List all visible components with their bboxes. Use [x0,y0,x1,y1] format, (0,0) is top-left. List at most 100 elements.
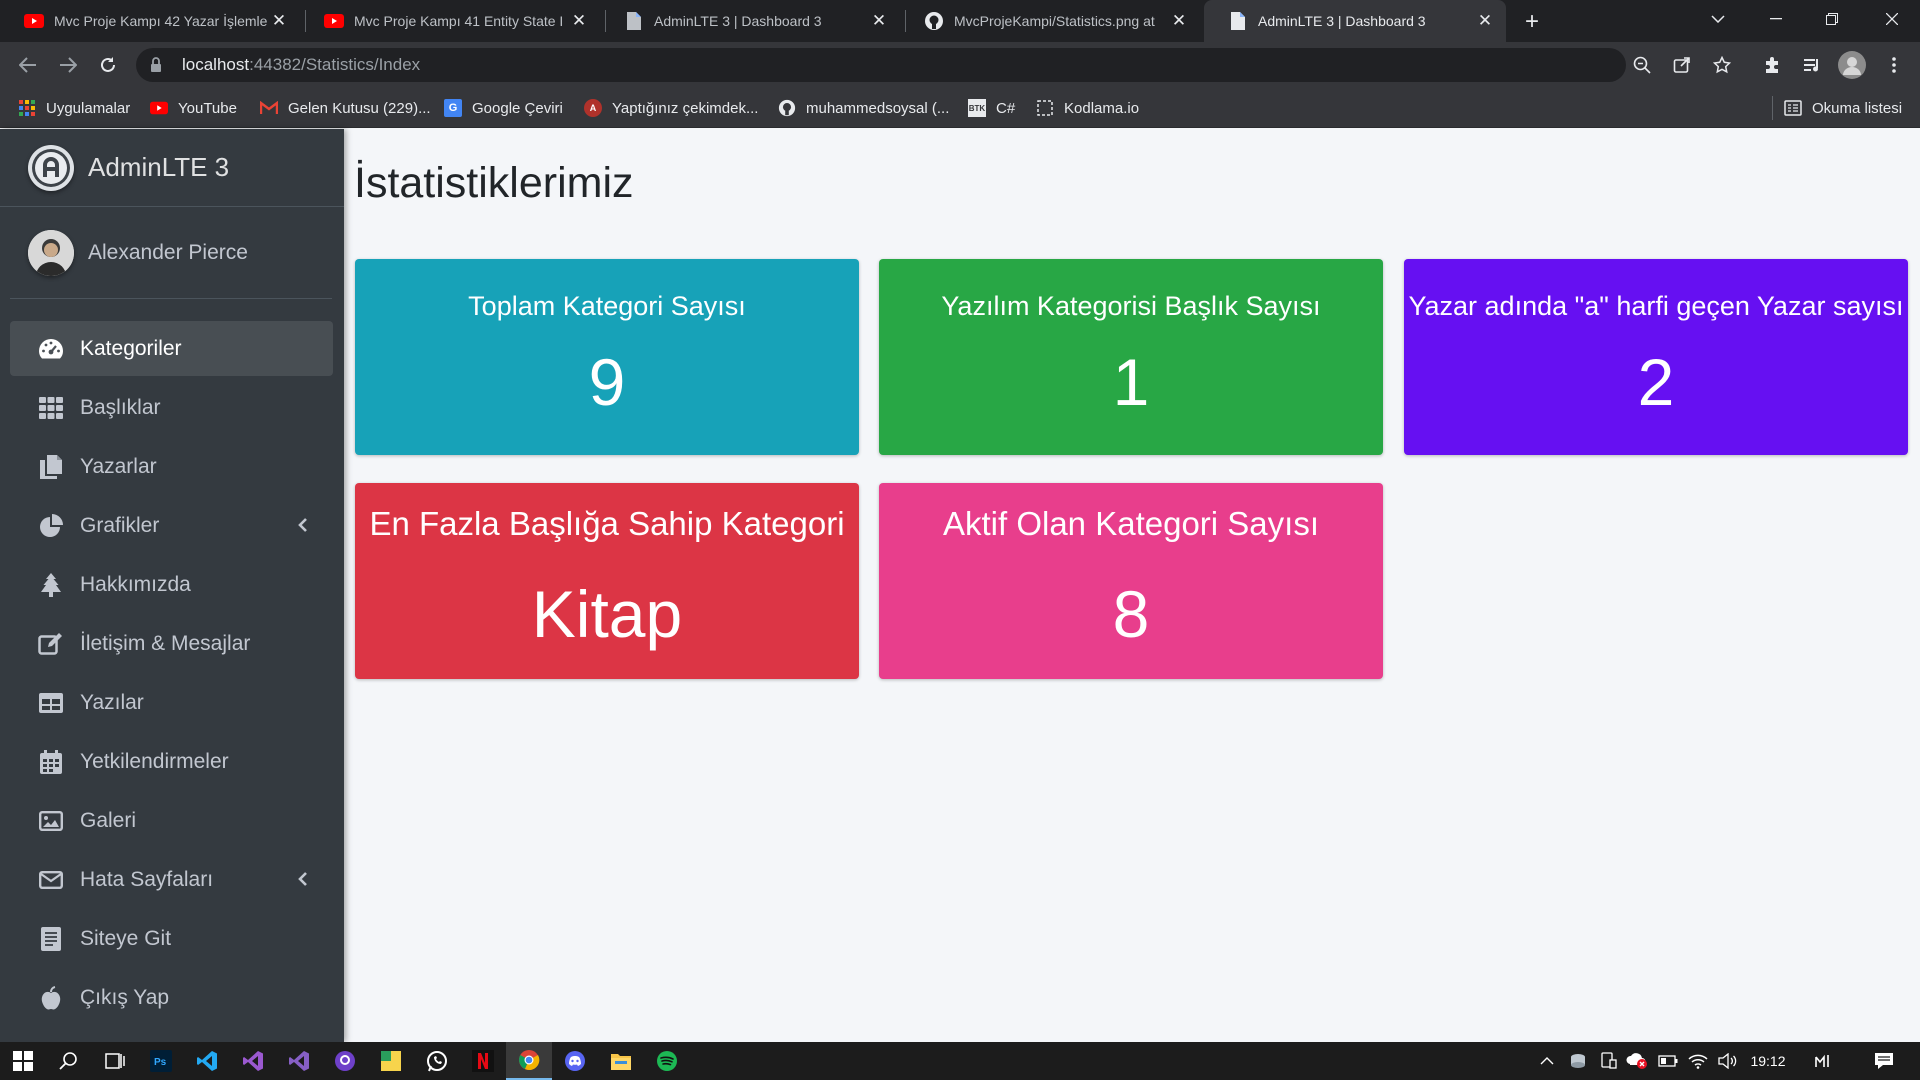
onedrive-error-icon[interactable] [1622,1042,1652,1080]
discord-icon[interactable] [552,1042,598,1080]
browser-tab[interactable]: Mvc Proje Kampı 41 Entity State I ✕ [300,0,600,42]
btk-icon: BTK [968,99,986,117]
sidebar-nav: Kategoriler Başlıklar Yazarlar Grafikler [10,321,333,1029]
restore-icon[interactable] [1804,0,1860,38]
user-panel[interactable]: Alexander Pierce [10,207,332,299]
visual-studio-2-icon[interactable] [276,1042,322,1080]
dashboard-gauge-icon [38,336,64,362]
sidebar-item-iletisim[interactable]: İletişim & Mesajlar [10,616,333,671]
close-tab-icon[interactable]: ✕ [1474,10,1496,32]
document-icon [38,926,64,952]
battery-icon[interactable] [1654,1042,1682,1080]
reload-icon[interactable] [92,49,124,81]
reading-list-button[interactable]: Okuma listesi [1784,96,1902,120]
sidebar-item-hata-sayfalari[interactable]: Hata Sayfaları [10,852,333,907]
sidebar-item-label: Başlıklar [80,395,161,419]
github-icon [778,99,796,117]
photoshop-icon[interactable]: Ps [138,1042,184,1080]
address-bar[interactable]: localhost:44382/Statistics/Index [136,48,1626,82]
bookmark-apps[interactable]: Uygulamalar [18,96,130,120]
sidebar-item-yetkilendirmeler[interactable]: Yetkilendirmeler [10,734,333,789]
adminlte-logo-icon [28,144,74,191]
browser-tab[interactable]: Mvc Proje Kampı 42 Yazar İşlemle ✕ [0,0,300,42]
grid-icon [38,395,64,421]
search-icon[interactable] [46,1042,92,1080]
close-tab-icon[interactable]: ✕ [568,10,590,32]
whatsapp-icon[interactable] [414,1042,460,1080]
sidebar-item-hakkimizda[interactable]: Hakkımızda [10,557,333,612]
media-playlist-icon[interactable] [1798,51,1826,79]
edit-icon [38,631,64,657]
close-tab-icon[interactable]: ✕ [268,10,290,32]
wifi-icon[interactable] [1684,1042,1712,1080]
gmail-icon [260,99,278,117]
file-explorer-icon[interactable] [598,1042,644,1080]
url-host: localhost [182,55,250,74]
sidebar-item-galeri[interactable]: Galeri [10,793,333,848]
github-desktop-icon[interactable] [322,1042,368,1080]
stat-card-active-categories: Aktif Olan Kategori Sayısı 8 [879,483,1383,679]
forward-icon[interactable] [52,49,84,81]
sidebar-item-yazilar[interactable]: Yazılar [10,675,333,730]
bookmark-label: YouTube [178,99,237,117]
sidebar-item-siteye-git[interactable]: Siteye Git [10,911,333,966]
reading-list-label: Okuma listesi [1812,99,1903,117]
back-icon[interactable] [12,49,44,81]
browser-tab-active[interactable]: AdminLTE 3 | Dashboard 3 ✕ [1204,0,1506,42]
tab-search-chevron-icon[interactable] [1690,0,1746,38]
table-icon [38,690,64,716]
spotify-icon[interactable] [644,1042,690,1080]
sidebar-item-label: Yazılar [80,690,144,714]
bookmark-google-translate[interactable]: G Google Çeviri [444,96,563,120]
bookmark-csharp[interactable]: BTK C# [968,96,1015,120]
copy-icon [38,454,64,480]
bookmark-youtube[interactable]: YouTube [150,96,237,120]
sticky-notes-icon[interactable] [368,1042,414,1080]
extensions-icon[interactable] [1758,51,1786,79]
minimize-icon[interactable] [1748,0,1804,38]
sidebar-item-kategoriler[interactable]: Kategoriler [10,321,333,376]
volume-icon[interactable] [1714,1042,1742,1080]
windows-start-icon[interactable] [0,1042,46,1080]
bookmark-label: Yaptığınız çekimdek... [612,99,759,117]
main-sidebar: AdminLTE 3 Alexander Pierce Kategoriler … [0,129,344,1042]
sidebar-item-basliklar[interactable]: Başlıklar [10,380,333,435]
vscode-icon[interactable] [184,1042,230,1080]
bookmark-github[interactable]: muhammedsoysal (... [778,96,949,120]
chevron-left-icon[interactable] [293,515,313,535]
more-menu-icon[interactable] [1880,51,1908,79]
chrome-icon[interactable] [506,1042,552,1080]
close-tab-icon[interactable]: ✕ [868,10,890,32]
brand-text: AdminLTE 3 [88,152,230,182]
bookmark-kodlama[interactable]: Kodlama.io [1036,96,1139,120]
avatar [28,229,74,276]
sidebar-item-cikis-yap[interactable]: Çıkış Yap [10,970,333,1025]
clock[interactable]: 19:12 [1744,1042,1792,1080]
close-window-icon[interactable] [1864,0,1920,38]
netflix-icon[interactable] [460,1042,506,1080]
sidebar-item-yazarlar[interactable]: Yazarlar [10,439,333,494]
share-icon[interactable] [1668,51,1696,79]
visual-studio-icon[interactable] [230,1042,276,1080]
bookmark-site[interactable]: A Yaptığınız çekimdek... [584,96,758,120]
sidebar-item-grafikler[interactable]: Grafikler [10,498,333,553]
bookmarks-divider [1772,96,1773,120]
browser-tab[interactable]: AdminLTE 3 | Dashboard 3 ✕ [600,0,900,42]
brand-link[interactable]: AdminLTE 3 [0,129,344,207]
browser-tab[interactable]: MvcProjeKampi/Statistics.png at ✕ [900,0,1200,42]
chevron-left-icon[interactable] [293,869,313,889]
tray-chevron-up-icon[interactable] [1534,1042,1560,1080]
task-view-icon[interactable] [92,1042,138,1080]
zoom-icon[interactable] [1628,51,1656,79]
notifications-icon[interactable] [1864,1042,1904,1080]
tray-device-icon[interactable] [1594,1042,1622,1080]
language-indicator-icon[interactable] [1808,1042,1838,1080]
profile-avatar-icon[interactable] [1838,51,1866,79]
page-icon [624,11,644,31]
tray-app-icon[interactable] [1564,1042,1592,1080]
bookmark-gmail[interactable]: Gelen Kutusu (229)... [260,96,431,120]
close-tab-icon[interactable]: ✕ [1168,10,1190,32]
bookmark-star-icon[interactable] [1708,51,1736,79]
new-tab-button[interactable]: + [1518,8,1546,36]
tab-title: MvcProjeKampi/Statistics.png at [954,13,1155,29]
